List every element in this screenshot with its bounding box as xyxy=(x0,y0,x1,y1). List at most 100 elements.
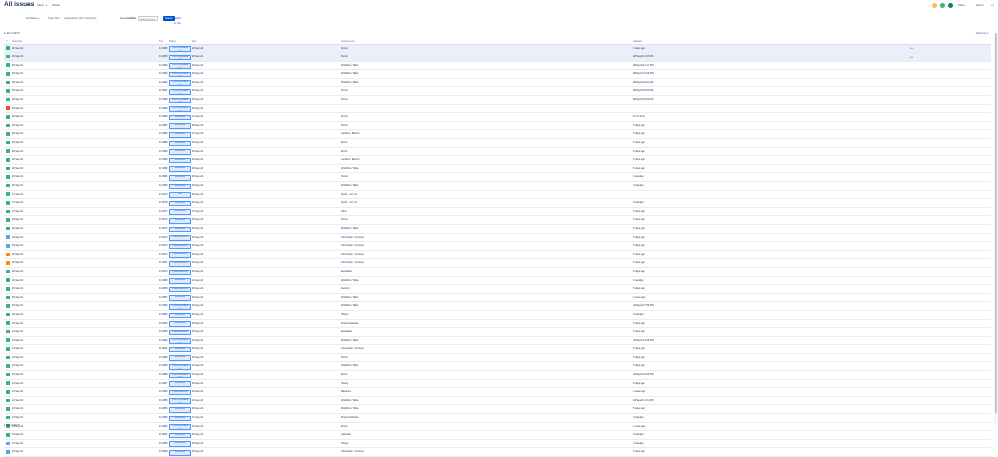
header-type[interactable]: T xyxy=(6,40,7,43)
summary-link[interactable]: 28-Sep-22 xyxy=(12,89,23,92)
table-row[interactable]: 26-Sep-22IC-3866TODO ESTIMATE DATE26-Sep… xyxy=(4,302,991,311)
summary-link[interactable]: 27-Sep-22 xyxy=(12,210,23,213)
table-row[interactable]: 27-Sep-22IC-3878IN DESIGN06-Sep-22Sprint… xyxy=(4,199,991,208)
header-summary[interactable]: Summary xyxy=(12,40,22,43)
status-badge[interactable]: TODO ESTIMATE DATE xyxy=(169,398,191,404)
share-link[interactable]: Share xyxy=(37,4,44,7)
table-row[interactable]: 23-Sep-22IC-3856IN ESTIMATION06-Sep-22Mi… xyxy=(4,388,991,397)
status-badge[interactable]: TODO ESTIMATE DATE xyxy=(169,373,191,379)
table-row[interactable]: 28-Sep-22IC-3882IN DESIGN06-Sep-22Workfl… xyxy=(4,165,991,174)
status-badge[interactable]: IN DESIGN xyxy=(169,407,191,413)
table-row[interactable]: 27-Sep-22IC-3879DEV06-Sep-22Sprint – 23 … xyxy=(4,191,991,200)
more-menu-button[interactable]: ••• xyxy=(991,4,994,7)
issue-key[interactable]: IC-3858 xyxy=(159,373,168,376)
table-row[interactable]: 26-Sep-22IC-3874IN ESTIMATION06-Sep-22In… xyxy=(4,234,991,243)
issue-key[interactable]: IC-3889 xyxy=(159,107,168,110)
issue-key[interactable]: IC-3849 xyxy=(159,450,168,453)
status-badge[interactable]: TODO ESTIMATE DATE xyxy=(169,46,191,52)
status-badge[interactable]: IN ESTIMATION xyxy=(169,244,191,250)
search-input[interactable]: Search issues xyxy=(138,16,158,21)
status-badge[interactable]: IN DESIGN xyxy=(169,175,191,181)
summary-link[interactable]: 28-Sep-22 xyxy=(12,107,23,110)
summary-link[interactable]: 23-Sep-22 xyxy=(12,347,23,350)
table-row[interactable]: 23-Sep-22IC-3862TODO ESTIMATE DATE23-Sep… xyxy=(4,337,991,346)
status-badge[interactable]: IN ESTIMATION xyxy=(169,270,191,276)
status-badge[interactable]: IN DESIGN xyxy=(169,166,191,172)
summary-link[interactable]: 23-Sep-22 xyxy=(12,416,23,419)
status-badge[interactable]: TODO ESTIMATE DATE xyxy=(169,55,191,61)
status-badge[interactable]: IN ESTIMATION xyxy=(169,261,191,267)
issue-key[interactable]: IC-3896 xyxy=(159,47,168,50)
status-badge[interactable]: IN DESIGN xyxy=(169,441,191,447)
status-filter[interactable]: All Status ▾ xyxy=(26,16,39,21)
status-icon[interactable] xyxy=(940,3,945,8)
summary-link[interactable]: 23-Sep-22 xyxy=(12,364,23,367)
status-badge[interactable]: TODO ESTIMATE DATE xyxy=(169,63,191,69)
status-badge[interactable]: IN DESIGN xyxy=(169,278,191,284)
issue-key[interactable]: IC-3866 xyxy=(159,304,168,307)
summary-link[interactable]: 28-Sep-22 xyxy=(12,141,23,144)
issue-key[interactable]: IC-3852 xyxy=(159,425,168,428)
table-row[interactable]: 28-Sep-22IC-3893TODO ESTIMATE DATE28-Sep… xyxy=(4,70,991,79)
summary-link[interactable]: 23-Sep-22 xyxy=(12,382,23,385)
status-badge[interactable]: IN ESTIMATION xyxy=(169,235,191,241)
table-row[interactable]: 26-Sep-22IC-3864IN DESIGN06-Sep-22Projec… xyxy=(4,320,991,329)
status-badge[interactable]: IN DESIGN xyxy=(169,227,191,233)
summary-link[interactable]: 28-Sep-22 xyxy=(12,124,23,127)
table-row[interactable]: 26-Sep-22IC-3868IN ESTIMATION06-Sep-22Se… xyxy=(4,285,991,294)
table-row[interactable]: 28-Sep-22IC-3883IN DESIGN06-Sep-22Lockbo… xyxy=(4,156,991,165)
issue-key[interactable]: IC-3876 xyxy=(159,218,168,221)
row-actions-icon[interactable]: ••• xyxy=(910,55,913,59)
status-badge[interactable]: IN DESIGN xyxy=(169,158,191,164)
issue-key[interactable]: IC-3853 xyxy=(159,416,168,419)
header-components[interactable]: Components xyxy=(341,40,355,43)
status-icon-2[interactable] xyxy=(948,3,953,8)
table-row[interactable]: 23-Sep-22IC-3860IN DESIGN06-Sep-22Scrum5… xyxy=(4,354,991,363)
summary-link[interactable]: 28-Sep-22 xyxy=(12,167,23,170)
summary-link[interactable]: 28-Sep-22 xyxy=(12,132,23,135)
scrollbar-thumb[interactable] xyxy=(995,33,997,413)
summary-link[interactable]: 23-Sep-22 xyxy=(12,450,23,453)
issue-key[interactable]: IC-3863 xyxy=(159,330,168,333)
issue-key[interactable]: IC-3865 xyxy=(159,313,168,316)
status-badge[interactable]: IN DESIGN xyxy=(169,433,191,439)
issue-key[interactable]: IC-3884 xyxy=(159,150,168,153)
issue-key[interactable]: IC-3885 xyxy=(159,141,168,144)
issue-key[interactable]: IC-3869 xyxy=(159,279,168,282)
issue-key[interactable]: IC-3892 xyxy=(159,81,168,84)
status-badge[interactable]: IN DESIGN xyxy=(169,184,191,190)
summary-link[interactable]: 28-Sep-22 xyxy=(12,150,23,153)
issue-key[interactable]: IC-3871 xyxy=(159,261,168,264)
status-badge[interactable]: IN ESTIMATION xyxy=(169,330,191,336)
issue-key[interactable]: IC-3856 xyxy=(159,390,168,393)
status-badge[interactable]: IN ESTIMATION xyxy=(169,390,191,396)
table-row[interactable]: 28-Sep-22IC-3880IN DESIGN06-Sep-22Workfl… xyxy=(4,182,991,191)
status-badge[interactable]: IN ESTIMATION xyxy=(169,252,191,258)
assignee-filter[interactable]: Assignee(s): Zhu Yun(exit) ▾ xyxy=(64,16,97,21)
table-row[interactable]: 28-Sep-22IC-3886IN DESIGN07-Sep-22Lockbo… xyxy=(4,130,991,139)
summary-link[interactable]: 28-Sep-22 xyxy=(12,47,23,50)
share-button[interactable]: Share xyxy=(958,4,965,7)
issue-key[interactable]: IC-3891 xyxy=(159,89,168,92)
issue-key[interactable]: IC-3859 xyxy=(159,364,168,367)
table-row[interactable]: 26-Sep-22IC-3870IN ESTIMATION06-Sep-22Es… xyxy=(4,268,991,277)
scrollbar[interactable] xyxy=(994,33,998,423)
type-filter[interactable]: Type: All ▾ xyxy=(48,16,60,21)
table-row[interactable]: 23-Sep-22IC-3857IN DESIGN06-Sep-22Histor… xyxy=(4,380,991,389)
table-row[interactable]: 27-Sep-22IC-3877IN DESIGN07-Sep-22Other5… xyxy=(4,208,991,217)
summary-link[interactable]: 23-Sep-22 xyxy=(12,407,23,410)
table-row[interactable]: 26-Sep-22IC-3869IN DESIGN11-Sep-22Workfl… xyxy=(4,277,991,286)
issue-key[interactable]: IC-3887 xyxy=(159,124,168,127)
summary-link[interactable]: 28-Sep-22 xyxy=(12,81,23,84)
table-row[interactable]: 23-Sep-22IC-3863IN ESTIMATION06-Sep-22Es… xyxy=(4,328,991,337)
table-row[interactable]: 26-Sep-22IC-3872IN ESTIMATION06-Sep-22In… xyxy=(4,251,991,260)
search-button[interactable]: Search xyxy=(163,16,175,21)
issue-key[interactable]: IC-3894 xyxy=(159,64,168,67)
status-badge[interactable]: IN DESIGN xyxy=(169,313,191,319)
row-actions-icon[interactable]: ••• xyxy=(910,46,913,50)
table-row[interactable]: 28-Sep-22IC-3889TODO ESTIMATE DATE28-Sep… xyxy=(4,105,991,114)
issue-key[interactable]: IC-3874 xyxy=(159,236,168,239)
summary-link[interactable]: 23-Sep-22 xyxy=(12,339,23,342)
summary-link[interactable]: 28-Sep-22 xyxy=(12,184,23,187)
table-row[interactable]: 23-Sep-22IC-3855TODO ESTIMATE DATE23-Sep… xyxy=(4,397,991,406)
